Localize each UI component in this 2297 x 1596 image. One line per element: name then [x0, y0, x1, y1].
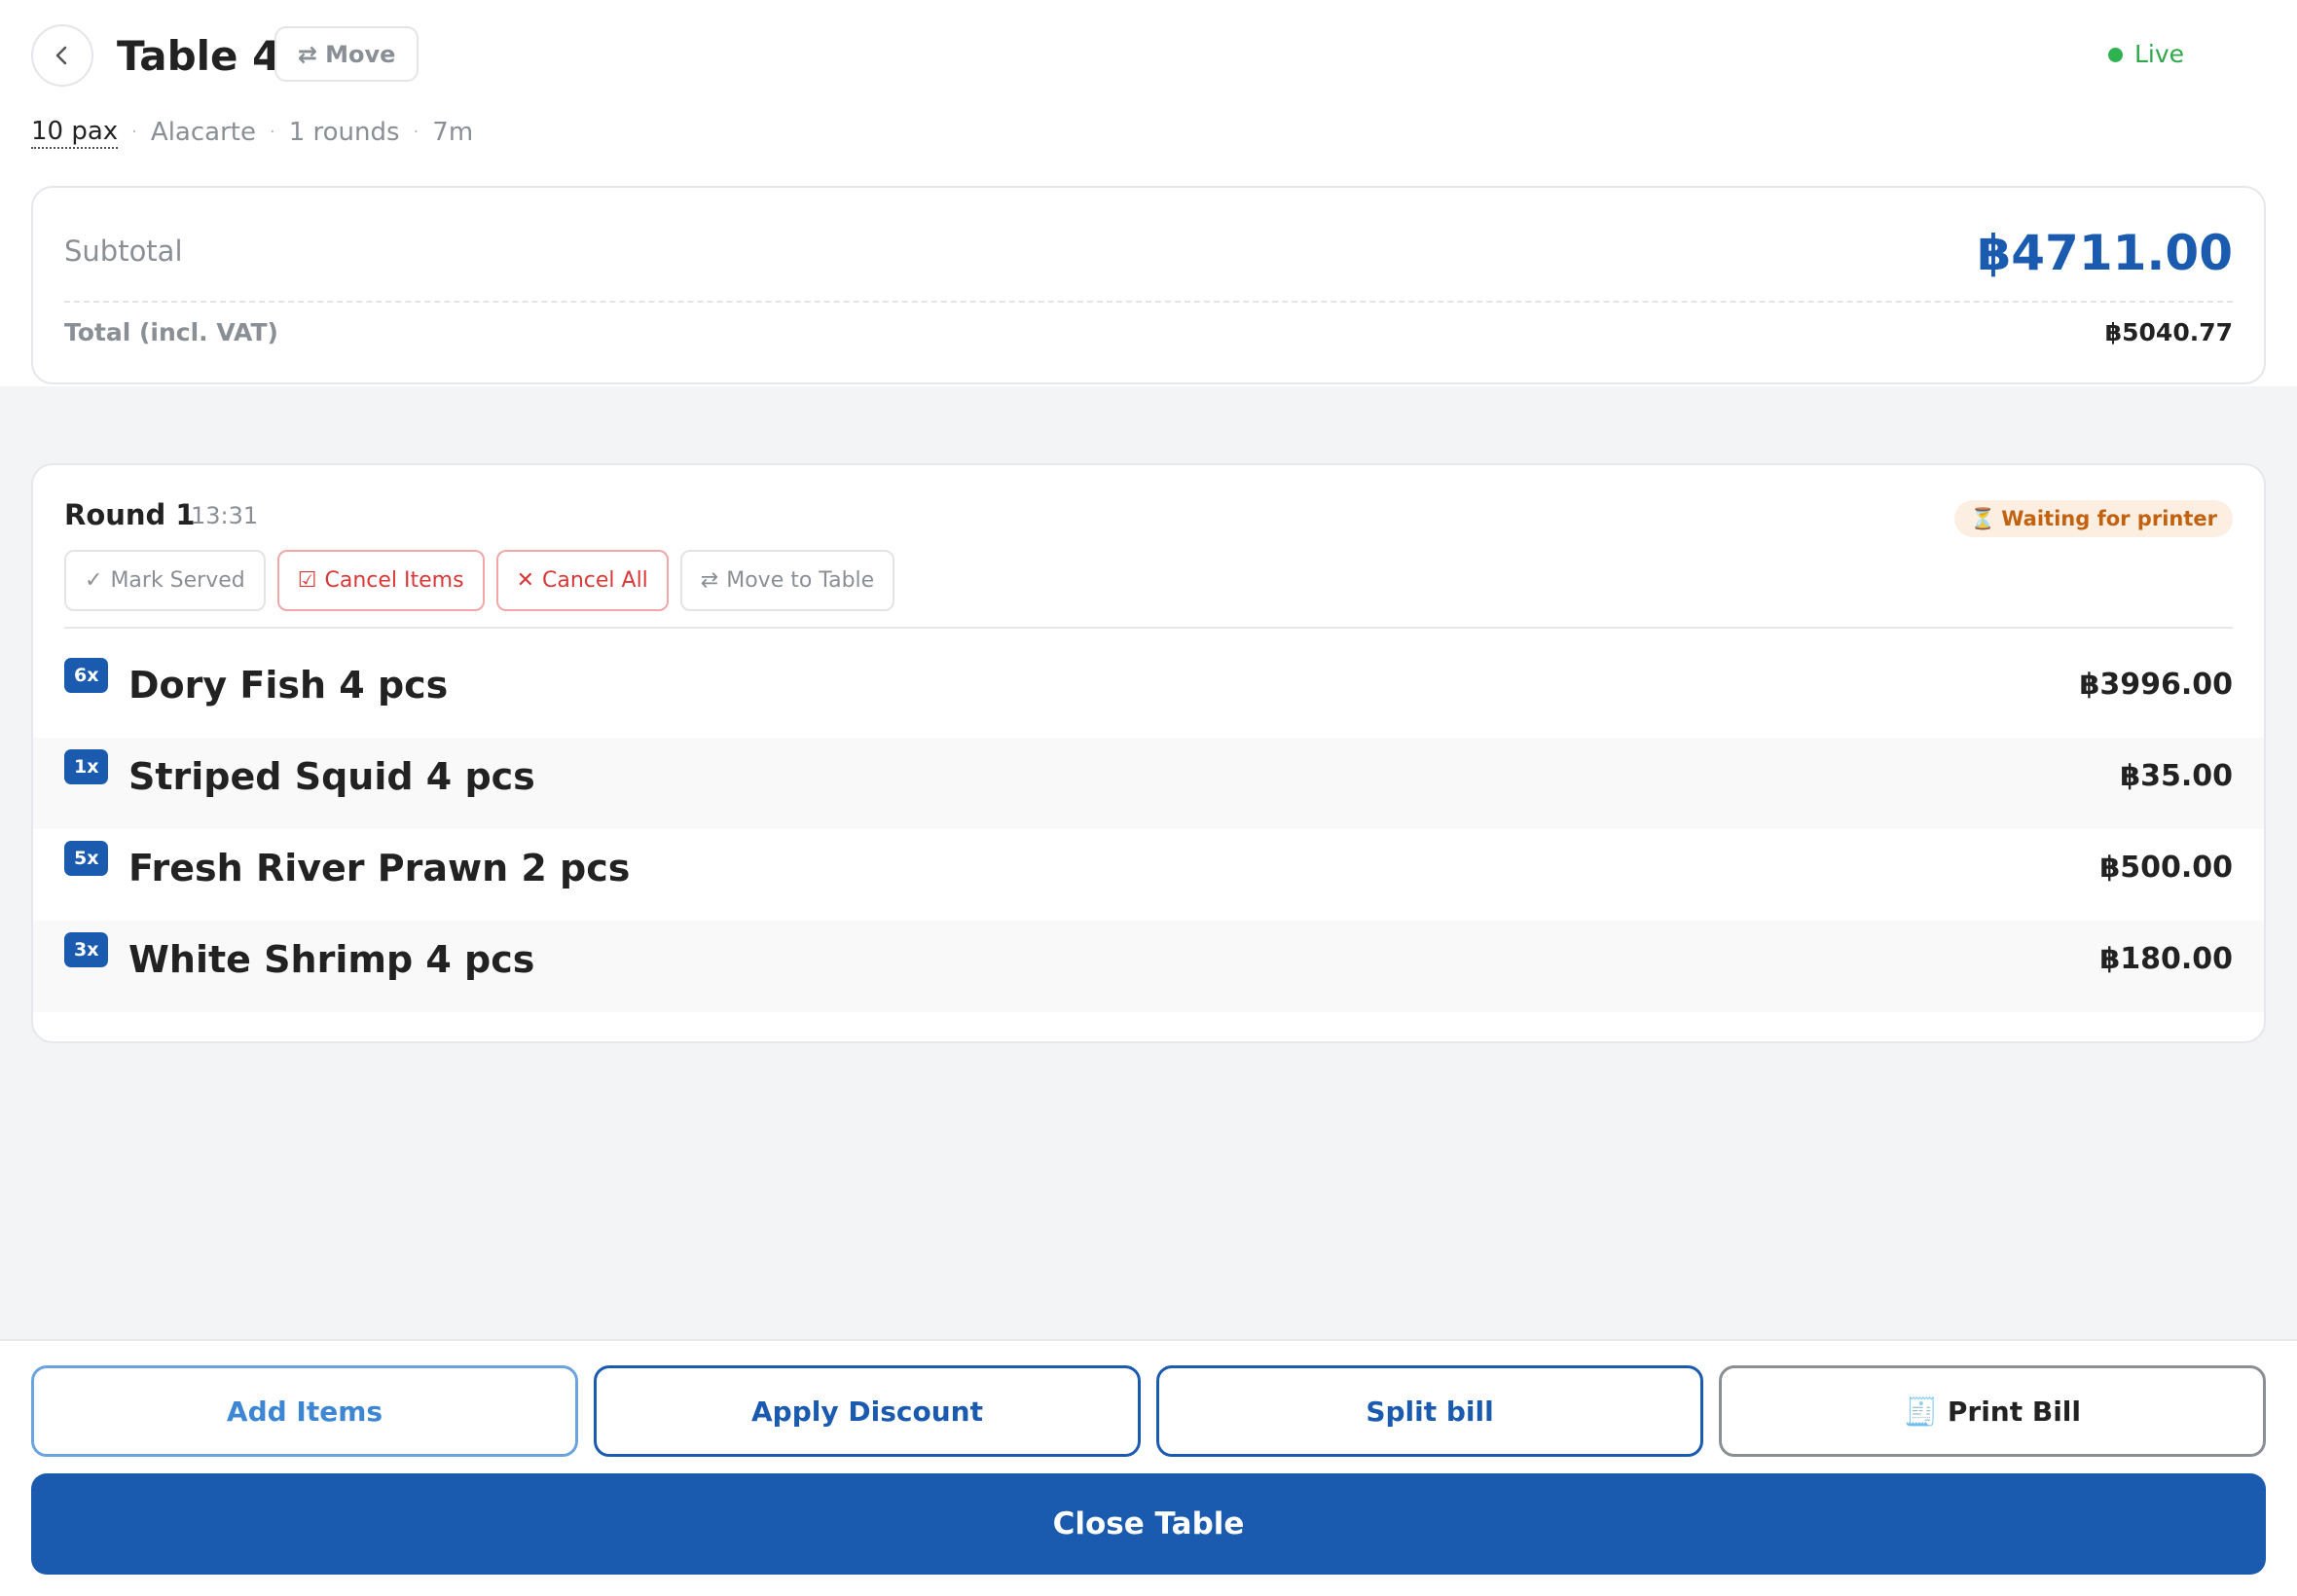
- bill-summary-card: Subtotal ฿4711.00 Total (incl. VAT) ฿504…: [31, 186, 2266, 384]
- order-items-list: 6x Dory Fish 4 pcs ฿3996.00 1x Striped S…: [33, 646, 2264, 1012]
- secondary-actions: Add Items Apply Discount Split bill 🧾 Pr…: [31, 1365, 2266, 1457]
- header-area: Table 4 ⇄ Move Live 10 pax · Alacarte · …: [0, 0, 2297, 386]
- move-to-table-label: Move to Table: [726, 568, 875, 593]
- item-price: ฿3996.00: [2079, 668, 2233, 702]
- total-value: ฿5040.77: [2104, 318, 2233, 346]
- live-status: Live: [2108, 37, 2184, 72]
- meta-separator: ·: [269, 122, 275, 142]
- quantity-badge: 6x: [64, 658, 109, 693]
- round-time: 13:31: [191, 502, 259, 529]
- round-card: Round 1 13:31 ⏳ Waiting for printer ✓ Ma…: [31, 463, 2266, 1043]
- hourglass-icon: ⏳: [1970, 506, 1996, 530]
- list-item[interactable]: 3x White Shrimp 4 pcs ฿180.00: [33, 921, 2264, 1012]
- round-title: Round 1: [64, 498, 196, 531]
- add-items-button[interactable]: Add Items: [31, 1365, 578, 1457]
- round-actions: ✓ Mark Served ☑ Cancel Items ✕ Cancel Al…: [64, 550, 895, 611]
- item-price: ฿180.00: [2099, 942, 2233, 976]
- live-status-label: Live: [2134, 40, 2185, 68]
- status-badge-label: Waiting for printer: [2001, 507, 2217, 530]
- pax-count[interactable]: 10 pax: [31, 116, 119, 149]
- list-item[interactable]: 6x Dory Fish 4 pcs ฿3996.00: [33, 646, 2264, 738]
- print-bill-button[interactable]: 🧾 Print Bill: [1719, 1365, 2266, 1457]
- close-icon: ✕: [516, 568, 534, 593]
- list-item[interactable]: 5x Fresh River Prawn 2 pcs ฿500.00: [33, 829, 2264, 921]
- cancel-all-label: Cancel All: [542, 568, 648, 593]
- mark-served-label: Mark Served: [110, 568, 245, 593]
- cancel-items-button[interactable]: ☑ Cancel Items: [276, 550, 485, 611]
- apply-discount-button[interactable]: Apply Discount: [594, 1365, 1141, 1457]
- item-name: Dory Fish 4 pcs: [128, 664, 449, 707]
- close-table-button[interactable]: Close Table: [31, 1473, 2266, 1575]
- split-bill-label: Split bill: [1366, 1395, 1494, 1428]
- meta-separator: ·: [131, 122, 137, 142]
- order-mode: Alacarte: [150, 118, 256, 147]
- elapsed-time: 7m: [432, 118, 474, 147]
- quantity-badge: 1x: [64, 749, 109, 784]
- move-button[interactable]: ⇄ Move: [274, 26, 419, 82]
- move-to-table-button[interactable]: ⇄ Move to Table: [679, 550, 895, 611]
- close-table-label: Close Table: [1052, 1506, 1245, 1542]
- subtotal-value: ฿4711.00: [1977, 225, 2233, 281]
- print-bill-label: Print Bill: [1947, 1395, 2081, 1428]
- page-title: Table 4: [117, 32, 281, 80]
- round-divider: [64, 627, 2233, 629]
- action-bar: Add Items Apply Discount Split bill 🧾 Pr…: [0, 1339, 2297, 1596]
- round-count: 1 rounds: [288, 118, 400, 147]
- chevron-left-icon: [55, 46, 67, 65]
- swap-icon: ⇄: [298, 40, 318, 68]
- split-bill-button[interactable]: Split bill: [1156, 1365, 1703, 1457]
- subtotal-label: Subtotal: [64, 235, 183, 268]
- list-item[interactable]: 1x Striped Squid 4 pcs ฿35.00: [33, 738, 2264, 829]
- item-name: Fresh River Prawn 2 pcs: [128, 847, 631, 889]
- back-button[interactable]: [31, 24, 93, 87]
- receipt-icon: 🧾: [1903, 1395, 1938, 1428]
- item-price: ฿500.00: [2099, 851, 2233, 885]
- quantity-badge: 3x: [64, 932, 109, 967]
- meta-separator: ·: [413, 122, 419, 142]
- check-icon: ✓: [85, 568, 103, 593]
- item-name: White Shrimp 4 pcs: [128, 938, 535, 981]
- apply-discount-label: Apply Discount: [751, 1395, 983, 1428]
- table-meta: 10 pax · Alacarte · 1 rounds · 7m: [31, 115, 473, 150]
- mark-served-button[interactable]: ✓ Mark Served: [64, 550, 266, 611]
- status-badge: ⏳ Waiting for printer: [1954, 500, 2233, 537]
- checkbox-icon: ☑: [297, 568, 317, 593]
- add-items-label: Add Items: [226, 1395, 383, 1428]
- cancel-items-label: Cancel Items: [324, 568, 464, 593]
- live-dot-icon: [2108, 47, 2123, 62]
- move-button-label: Move: [325, 40, 396, 68]
- summary-divider: [64, 301, 2233, 303]
- item-name: Striped Squid 4 pcs: [128, 755, 535, 798]
- item-price: ฿35.00: [2120, 759, 2233, 793]
- swap-icon: ⇄: [700, 568, 719, 593]
- total-label: Total (incl. VAT): [64, 318, 278, 346]
- quantity-badge: 5x: [64, 841, 109, 876]
- cancel-all-button[interactable]: ✕ Cancel All: [495, 550, 669, 611]
